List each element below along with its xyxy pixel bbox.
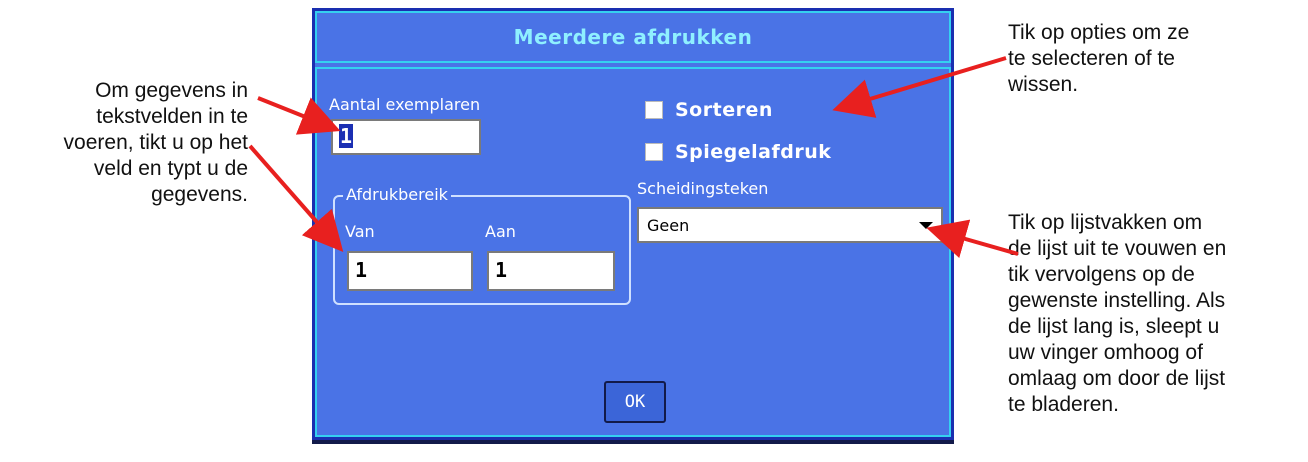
- callout-line: tik vervolgens op de: [1008, 263, 1195, 286]
- callout-line: te selecteren of te: [1008, 47, 1175, 70]
- callout-line: Tik op lijstvakken om: [1008, 211, 1203, 234]
- copies-value: 1: [339, 124, 354, 148]
- dialog-body: Aantal exemplaren 1 Sorteren Spiegelafdr…: [315, 67, 951, 437]
- callout-options: Tik op opties om ze te selecteren of te …: [1008, 20, 1189, 98]
- callout-list-boxes: Tik op lijstvakken om de lijst uit te vo…: [1008, 210, 1226, 418]
- callout-line: gewenste instelling. Als: [1008, 289, 1226, 312]
- ok-button[interactable]: OK: [604, 381, 666, 423]
- callout-line: veld en typt u de: [93, 157, 248, 180]
- print-range-label: Afdrukbereik: [343, 185, 451, 204]
- dialog-title: Meerdere afdrukken: [513, 25, 753, 49]
- separator-label: Scheidingsteken: [637, 179, 769, 198]
- collate-checkbox[interactable]: [645, 101, 663, 119]
- callout-line: Tik op opties om ze: [1008, 21, 1190, 44]
- to-input[interactable]: 1: [487, 251, 615, 291]
- copies-input[interactable]: 1: [331, 119, 481, 155]
- multiple-prints-dialog: Meerdere afdrukken Aantal exemplaren 1 S…: [312, 8, 954, 440]
- to-label: Aan: [485, 222, 516, 241]
- dialog-title-bar: Meerdere afdrukken: [315, 11, 951, 63]
- callout-line: wissen.: [1008, 73, 1079, 96]
- from-label: Van: [345, 222, 375, 241]
- mirror-option[interactable]: Spiegelafdruk: [645, 141, 831, 163]
- callout-line: voeren, tikt u op het: [63, 131, 248, 154]
- separator-value: Geen: [647, 215, 690, 235]
- mirror-label: Spiegelafdruk: [675, 141, 832, 163]
- callout-line: de lijst lang is, sleept u: [1008, 315, 1220, 338]
- dropdown-arrow-icon: [919, 222, 933, 229]
- callout-line: gegevens.: [151, 183, 248, 206]
- callout-line: uw vinger omhoog of: [1008, 341, 1203, 364]
- collate-label: Sorteren: [675, 99, 773, 121]
- callout-line: tekstvelden in te: [96, 105, 248, 128]
- from-input[interactable]: 1: [347, 251, 473, 291]
- mirror-checkbox[interactable]: [645, 143, 663, 161]
- callout-line: omlaag om door de lijst: [1008, 367, 1226, 390]
- callout-line: Om gegevens in: [95, 79, 248, 102]
- callout-line: te bladeren.: [1008, 393, 1119, 416]
- callout-text-fields: Om gegevens in tekstvelden in te voeren,…: [64, 78, 248, 208]
- separator-dropdown[interactable]: Geen: [637, 207, 943, 243]
- collate-option[interactable]: Sorteren: [645, 99, 773, 121]
- dialog-shadow: [312, 440, 954, 444]
- callout-line: de lijst uit te vouwen en: [1008, 237, 1227, 260]
- copies-label: Aantal exemplaren: [329, 95, 481, 114]
